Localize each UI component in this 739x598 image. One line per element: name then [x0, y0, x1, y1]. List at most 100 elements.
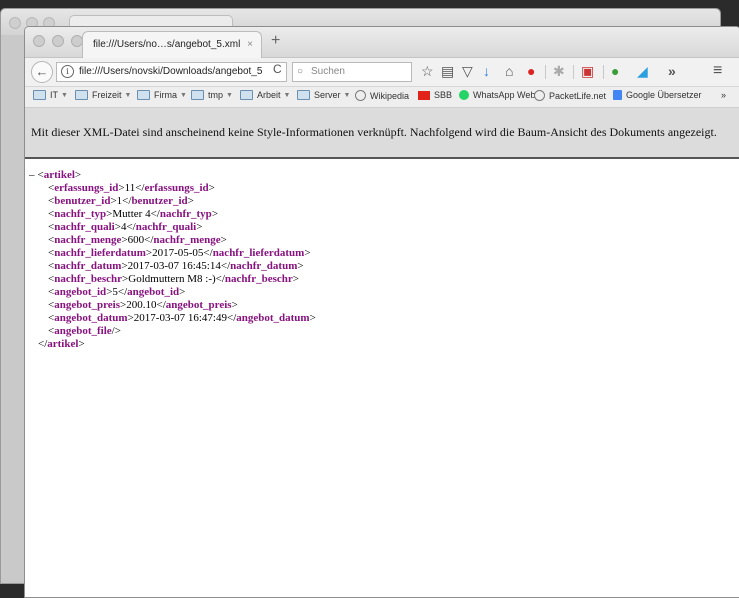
xml-tag: nachfr_typ	[159, 208, 212, 220]
close-window-button[interactable]	[33, 35, 45, 47]
xml-bracket: >	[74, 169, 82, 181]
bg-close-dot	[9, 17, 21, 29]
bookmark-label: Google Übersetzer	[626, 90, 702, 100]
folder-icon	[75, 90, 88, 100]
collapse-toggle[interactable]: –	[29, 169, 35, 181]
info-icon[interactable]: i	[61, 64, 74, 78]
reading-list-icon[interactable]: ▤	[441, 63, 454, 79]
xml-style-notice: Mit dieser XML-Datei sind anscheinend ke…	[25, 108, 739, 159]
bookmark-packetlife[interactable]: PacketLife.net	[534, 90, 606, 101]
bookmark-whatsapp[interactable]: WhatsApp Web	[459, 90, 535, 100]
tab-close-icon[interactable]: ×	[247, 32, 253, 58]
minimize-window-button[interactable]	[52, 35, 64, 47]
bookmark-label: IT	[50, 90, 58, 100]
back-button[interactable]: ←	[31, 61, 53, 83]
folder-icon	[33, 90, 46, 100]
bookmark-folder-freizeit[interactable]: Freizeit ▼	[75, 90, 131, 100]
xml-tag: benutzer_id	[131, 195, 188, 207]
xml-bracket: >	[187, 195, 194, 207]
xml-element-line: <nachfr_datum>2017-03-07 16:45:14</nachf…	[29, 260, 739, 273]
tab-title: file:///Users/no…s/angebot_5.xml	[93, 39, 241, 50]
bookmark-label: PacketLife.net	[549, 90, 607, 101]
xml-tree: – <artikel> <erfassungs_id>11</erfassungs…	[25, 159, 739, 351]
xml-bracket: >	[196, 221, 203, 233]
xml-bracket: >	[78, 338, 85, 350]
xml-value: 200.10	[126, 299, 157, 311]
xml-tag: angebot_preis	[54, 299, 121, 311]
xml-bracket: </	[156, 299, 166, 311]
xml-bracket: </	[226, 312, 237, 324]
xml-bracket: >	[297, 260, 304, 272]
xml-element-line: <nachfr_typ>Mutter 4</nachfr_typ>	[29, 208, 739, 221]
xml-bracket: >	[220, 234, 227, 246]
xml-bracket: >	[309, 312, 316, 324]
xml-tag: nachfr_menge	[153, 234, 221, 246]
bookmark-sbb[interactable]: SBB	[418, 90, 452, 100]
xml-tag: angebot_id	[54, 286, 107, 298]
bookmark-label: SBB	[434, 90, 453, 100]
new-tab-button[interactable]: +	[271, 32, 280, 50]
xml-tag: nachfr_beschr	[224, 273, 293, 285]
xml-root-open: – <artikel>	[29, 169, 739, 182]
bookmark-label: tmp	[208, 90, 224, 100]
hamburger-menu-icon[interactable]: ≡	[713, 63, 722, 79]
search-icon: ○	[297, 66, 304, 77]
xml-tag: nachfr_beschr	[54, 273, 123, 285]
xml-bracket: </	[215, 273, 225, 285]
overflow-menu-icon[interactable]: »	[668, 63, 676, 79]
folder-icon	[240, 90, 253, 100]
status-extension-icon[interactable]: ●	[611, 63, 619, 79]
bookmark-folder-server[interactable]: Server ▼	[297, 90, 350, 100]
xml-tag: nachfr_quali	[54, 221, 115, 233]
adblock-icon[interactable]: ●	[527, 63, 535, 79]
xml-bracket: >	[231, 299, 238, 311]
bookmark-star-icon[interactable]: ☆	[421, 63, 434, 79]
bookmark-label: Wikipedia	[370, 90, 410, 101]
xml-tag: angebot_id	[127, 286, 180, 298]
download-icon[interactable]: ↓	[483, 63, 490, 79]
xml-tag: nachfr_lieferdatum	[212, 247, 305, 259]
search-input[interactable]: ○ Suchen	[292, 62, 412, 82]
pocket-icon[interactable]: ▽	[462, 63, 473, 79]
xml-value: Mutter 4	[112, 208, 151, 220]
xml-bracket: </	[220, 260, 231, 272]
bookmark-label: Firma	[154, 90, 177, 100]
xml-element-line: <angebot_id>5</angebot_id>	[29, 286, 739, 299]
xml-bracket: >	[292, 273, 299, 285]
xml-bracket: >	[304, 247, 311, 259]
xml-element-line: <angebot_file/>	[29, 325, 739, 338]
xml-value: 600	[127, 234, 145, 246]
url-text: file:///Users/novski/Downloads/angebot_5	[79, 66, 263, 77]
bookmark-label: WhatsApp Web	[473, 90, 536, 100]
back-arrow-icon: ←	[35, 64, 49, 79]
extension-icon[interactable]: ✱	[553, 63, 565, 79]
telegram-icon[interactable]: ◢	[637, 63, 648, 79]
bookmark-wikipedia[interactable]: Wikipedia	[355, 90, 409, 101]
bookmark-folder-arbeit[interactable]: Arbeit ▼	[240, 90, 290, 100]
xml-bracket: >	[179, 286, 186, 298]
xml-tag: benutzer_id	[54, 195, 111, 207]
navigation-toolbar: ← i file:///Users/novski/Downloads/angebo…	[25, 58, 739, 87]
bookmarks-overflow-icon[interactable]: »	[721, 90, 726, 100]
xml-bracket: </	[203, 247, 213, 259]
chevron-down-icon: ▼	[343, 91, 351, 99]
google-translate-icon	[613, 90, 622, 100]
xml-tag: nachfr_quali	[135, 221, 197, 233]
reload-icon[interactable]: C	[273, 62, 282, 76]
home-icon[interactable]: ⌂	[505, 63, 513, 79]
bookmark-folder-tmp[interactable]: tmp ▼	[191, 90, 233, 100]
xml-element-line: <erfassungs_id>11</erfassungs_id>	[29, 182, 739, 195]
chevron-down-icon: ▼	[180, 91, 187, 99]
xml-tag: artikel	[43, 169, 75, 181]
translate-extension-icon[interactable]: ▣	[581, 63, 594, 79]
globe-icon	[534, 90, 545, 101]
bookmark-folder-firma[interactable]: Firma ▼	[137, 90, 187, 100]
xml-bracket: >	[208, 182, 215, 194]
xml-tag: nachfr_lieferdatum	[54, 247, 146, 259]
bookmark-folder-it[interactable]: IT ▼	[33, 90, 68, 100]
chevron-down-icon: ▼	[226, 91, 233, 99]
tab-angebot-xml[interactable]: file:///Users/no…s/angebot_5.xml ×	[82, 31, 262, 58]
url-bar[interactable]: i file:///Users/novski/Downloads/angebot_…	[56, 62, 287, 82]
bookmark-google-translate[interactable]: Google Übersetzer	[613, 90, 702, 100]
xml-bracket: </	[117, 286, 128, 298]
